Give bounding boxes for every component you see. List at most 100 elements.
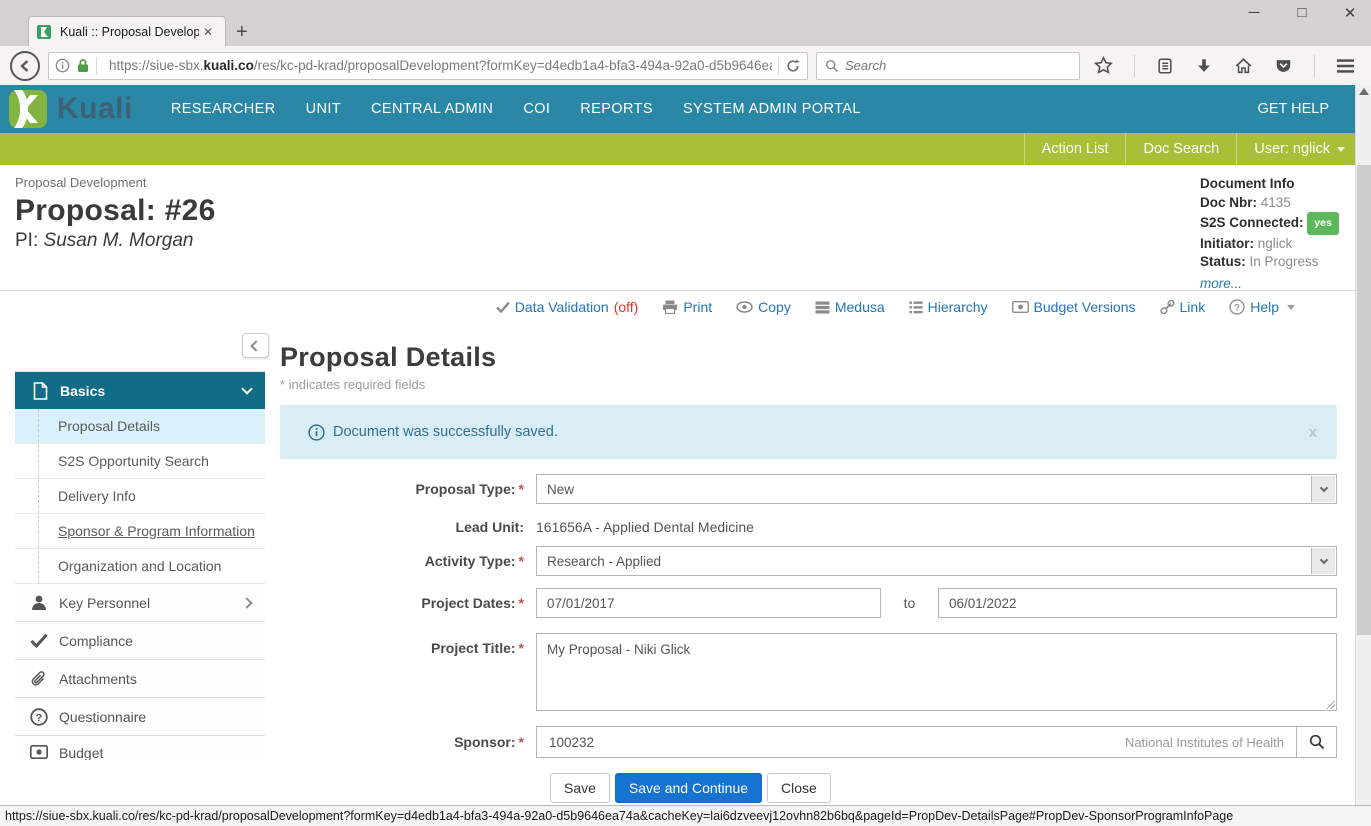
sidebar-item-proposal-details[interactable]: Proposal Details [15, 409, 265, 444]
nav-system-admin-portal[interactable]: SYSTEM ADMIN PORTAL [683, 101, 861, 117]
bookmarks-list-icon[interactable] [1156, 57, 1174, 75]
close-button[interactable]: ✕ [1339, 4, 1361, 22]
maximize-button[interactable]: □ [1291, 4, 1313, 22]
alert-close-button[interactable]: x [1309, 424, 1317, 441]
page-info-icon[interactable] [55, 58, 70, 73]
new-tab-button[interactable]: + [236, 22, 248, 42]
get-help-link[interactable]: GET HELP [1258, 101, 1329, 117]
lead-unit-label: Lead Unit: [280, 519, 536, 535]
kuali-brand[interactable]: Kuali [8, 89, 133, 129]
url-text[interactable]: https://siue-sbx.kuali.co/res/kc-pd-krad… [109, 58, 772, 73]
dates-to-label: to [881, 595, 938, 611]
url-bar[interactable]: https://siue-sbx.kuali.co/res/kc-pd-krad… [48, 52, 808, 80]
search-input[interactable] [845, 58, 1071, 73]
sidebar-item-delivery-info[interactable]: Delivery Info [15, 479, 265, 514]
sidebar-item-compliance[interactable]: Compliance [15, 622, 265, 660]
reload-icon[interactable] [785, 58, 801, 74]
sidebar-item-attachments[interactable]: Attachments [15, 660, 265, 698]
required-marker: * [519, 595, 524, 611]
document-icon [33, 382, 48, 400]
project-title-textarea[interactable]: My Proposal - Niki Glick [536, 633, 1337, 711]
nav-reports[interactable]: REPORTS [580, 101, 653, 117]
s2s-status-badge: yes [1307, 212, 1339, 235]
scrollbar-up-arrow-icon[interactable] [1359, 88, 1369, 95]
pocket-icon[interactable] [1274, 57, 1293, 75]
chevron-down-icon [1319, 483, 1327, 491]
required-fields-note: * indicates required fields [280, 377, 1337, 392]
budget-versions-link[interactable]: Budget Versions [1012, 299, 1136, 315]
section-title: Proposal Details [280, 342, 1337, 373]
sidebar-item-sponsor-program-information[interactable]: Sponsor & Program Information [15, 514, 265, 549]
chain-link-icon [1160, 300, 1175, 314]
resize-handle[interactable] [1326, 700, 1335, 709]
nav-central-admin[interactable]: CENTRAL ADMIN [371, 101, 493, 117]
help-menu[interactable]: ? Help [1229, 299, 1295, 315]
kuali-logo-icon [8, 89, 48, 129]
sidebar-item-questionnaire[interactable]: ? Questionnaire [15, 698, 265, 736]
status-row: Status: In Progress [1200, 253, 1350, 272]
user-menu[interactable]: User: nglick [1236, 133, 1363, 165]
dropdown-button[interactable] [1311, 548, 1335, 574]
required-marker: * [519, 734, 524, 750]
pi-name: Susan M. Morgan [44, 230, 194, 251]
activity-type-select[interactable]: Research - Applied [536, 546, 1337, 576]
project-title-label: Project Title:* [280, 633, 536, 656]
search-icon [1309, 734, 1325, 750]
proposal-type-row: Proposal Type:* New [280, 474, 1337, 504]
bookmark-star-icon[interactable] [1094, 56, 1113, 75]
project-title-row: Project Title:* My Proposal - Niki Glick [280, 633, 1337, 711]
page-title: Proposal: #26 [15, 194, 216, 228]
tab-close-icon[interactable]: ✕ [199, 23, 217, 41]
close-form-button[interactable]: Close [767, 773, 831, 803]
action-list-link[interactable]: Action List [1024, 133, 1126, 165]
app-topnav: Kuali RESEARCHER UNIT CENTRAL ADMIN COI … [0, 85, 1371, 133]
data-validation-link[interactable]: Data Validation (off) [496, 299, 639, 315]
sponsor-lookup-button[interactable] [1297, 726, 1337, 758]
home-icon[interactable] [1234, 57, 1253, 75]
svg-text:?: ? [1234, 302, 1240, 313]
doc-search-link[interactable]: Doc Search [1125, 133, 1236, 165]
save-button[interactable]: Save [550, 773, 610, 803]
dropdown-button[interactable] [1311, 476, 1335, 502]
proposal-type-label: Proposal Type:* [280, 481, 536, 497]
sidebar-collapse-button[interactable] [242, 333, 269, 358]
window-controls: ─ □ ✕ [1243, 4, 1361, 22]
nav-researcher[interactable]: RESEARCHER [171, 101, 276, 117]
ordered-list-icon [909, 301, 923, 314]
status-bar: https://siue-sbx.kuali.co/res/kc-pd-krad… [0, 805, 1371, 826]
nav-coi[interactable]: COI [523, 101, 550, 117]
sidebar-item-basics[interactable]: Basics [15, 372, 265, 409]
banknote-icon [1012, 301, 1029, 313]
lead-unit-row: Lead Unit: 161656A - Applied Dental Medi… [280, 519, 1337, 535]
menu-icon[interactable] [1336, 58, 1355, 74]
project-start-date-input[interactable]: 07/01/2017 [536, 588, 881, 618]
print-link[interactable]: Print [662, 299, 712, 315]
proposal-type-select[interactable]: New [536, 474, 1337, 504]
nav-unit[interactable]: UNIT [306, 101, 341, 117]
page-scrollbar[interactable] [1355, 85, 1371, 826]
sponsor-input[interactable]: 100232 National Institutes of Health [536, 726, 1297, 758]
brand-name: Kuali [57, 92, 133, 126]
hierarchy-link[interactable]: Hierarchy [909, 299, 988, 315]
check-icon [30, 633, 48, 648]
browser-toolbar-icons [1088, 55, 1361, 77]
lead-unit-value: 161656A - Applied Dental Medicine [536, 519, 754, 535]
minimize-button[interactable]: ─ [1243, 4, 1265, 22]
project-end-date-input[interactable]: 06/01/2022 [938, 588, 1337, 618]
sidebar-item-s2s-opportunity-search[interactable]: S2S Opportunity Search [15, 444, 265, 479]
search-bar[interactable] [816, 52, 1080, 80]
medusa-link[interactable]: Medusa [815, 299, 885, 315]
copy-link[interactable]: Copy [736, 299, 791, 315]
status-url: https://siue-sbx.kuali.co/res/kc-pd-krad… [5, 809, 1233, 823]
save-and-continue-button[interactable]: Save and Continue [615, 773, 762, 803]
lock-icon[interactable] [76, 58, 90, 73]
question-circle-icon: ? [30, 708, 48, 726]
sidebar-item-organization-and-location[interactable]: Organization and Location [15, 549, 265, 584]
browser-tab[interactable]: Kuali :: Proposal Developme ✕ [28, 16, 226, 46]
sidebar-item-key-personnel[interactable]: Key Personnel [15, 584, 265, 622]
scrollbar-thumb[interactable] [1357, 165, 1371, 635]
link-link[interactable]: Link [1160, 299, 1206, 315]
downloads-icon[interactable] [1195, 57, 1213, 75]
back-button[interactable] [10, 51, 40, 81]
svg-text:?: ? [36, 712, 42, 724]
